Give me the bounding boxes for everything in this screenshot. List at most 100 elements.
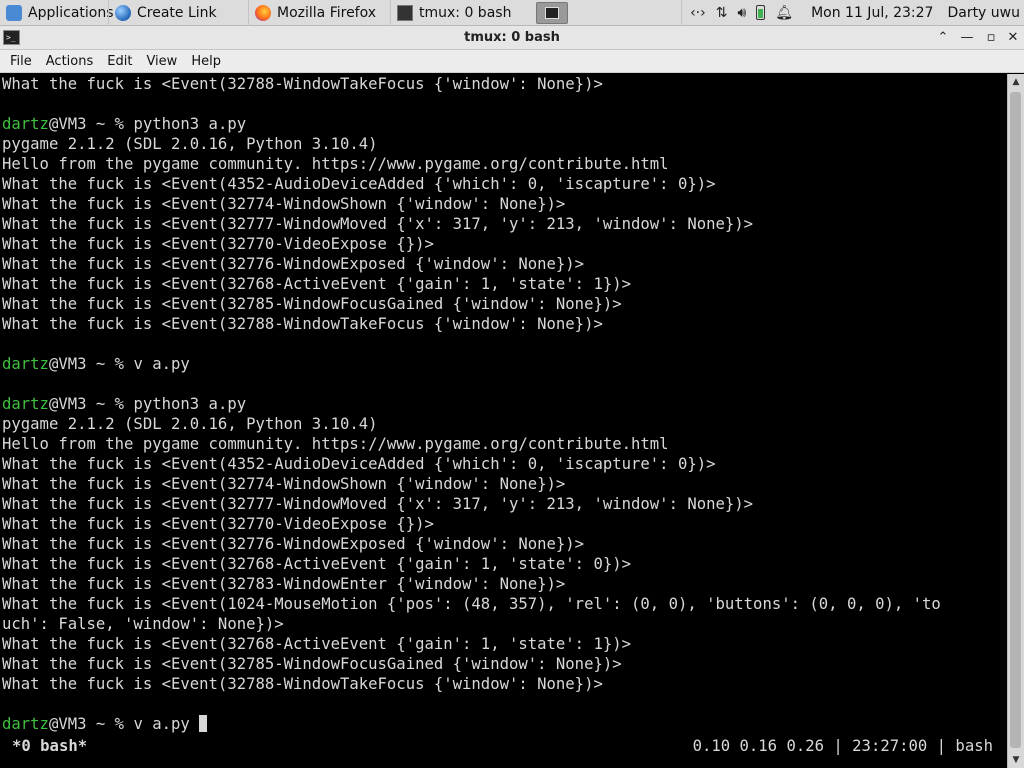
- terminal-line-text: pygame 2.1.2 (SDL 2.0.16, Python 3.10.4): [2, 135, 378, 153]
- scroll-down-arrow-icon[interactable]: ▼: [1008, 752, 1024, 768]
- terminal-line-text: What the fuck is <Event(32788-WindowTake…: [2, 75, 603, 93]
- terminal-line: What the fuck is <Event(32768-ActiveEven…: [2, 634, 1007, 654]
- terminal-scrollbar[interactable]: ▲ ▼: [1007, 74, 1024, 768]
- volume-icon[interactable]: 🔊︎: [737, 5, 746, 21]
- terminal-icon: [397, 4, 413, 21]
- terminal-line-text: @VM3 ~ % v a.py: [48, 715, 200, 733]
- prompt-username: dartz: [2, 395, 49, 413]
- terminal-line-text: What the fuck is <Event(1024-MouseMotion…: [2, 595, 941, 613]
- globe-icon: [115, 4, 131, 21]
- terminal-line: What the fuck is <Event(32788-WindowTake…: [2, 314, 1007, 334]
- shade-window-chevron-up-icon[interactable]: ⌃: [934, 29, 952, 47]
- scrollbar-thumb[interactable]: [1010, 92, 1021, 748]
- terminal-line: What the fuck is <Event(32774-WindowShow…: [2, 474, 1007, 494]
- applications-icon: [6, 4, 22, 21]
- firefox-icon: [255, 4, 271, 21]
- terminal-line-text: What the fuck is <Event(32768-ActiveEven…: [2, 555, 632, 573]
- terminal-line-text: What the fuck is <Event(32776-WindowExpo…: [2, 535, 585, 553]
- tmux-window-list[interactable]: *0 bash*: [12, 736, 87, 756]
- terminal-line: What the fuck is <Event(32770-VideoExpos…: [2, 514, 1007, 534]
- taskbar-item-label: Create Link: [137, 4, 217, 21]
- taskbar-item-firefox[interactable]: Mozilla Firefox: [248, 0, 390, 26]
- applications-menu-button[interactable]: Applications: [0, 0, 114, 26]
- terminal-line-text: What the fuck is <Event(32783-WindowEnte…: [2, 575, 566, 593]
- terminal-icon: [545, 6, 559, 19]
- taskbar-item-create-link[interactable]: Create Link: [108, 0, 248, 26]
- terminal-line-text: What the fuck is <Event(32776-WindowExpo…: [2, 255, 585, 273]
- tmux-status-bar: *0 bash* 0.10 0.16 0.26 | 23:27:00 | bas…: [0, 736, 1007, 756]
- prompt-username: dartz: [2, 115, 49, 133]
- terminal-line-text: uch': False, 'window': None})>: [2, 615, 284, 633]
- terminal-line: What the fuck is <Event(32770-VideoExpos…: [2, 234, 1007, 254]
- terminal-cursor: [199, 715, 208, 732]
- terminal-output[interactable]: What the fuck is <Event(32788-WindowTake…: [0, 74, 1007, 736]
- menu-help[interactable]: Help: [184, 54, 228, 69]
- terminal-line-text: @VM3 ~ % v a.py: [48, 355, 190, 373]
- network-code-icon[interactable]: ‹·›: [690, 5, 706, 21]
- tmux-status-right: 0.10 0.16 0.26 | 23:27:00 | bash: [692, 737, 993, 755]
- menu-file[interactable]: File: [3, 54, 39, 69]
- panel-clock[interactable]: Mon 11 Jul, 23:27: [811, 5, 933, 21]
- notification-bell-icon[interactable]: 🔔︎: [775, 5, 793, 21]
- prompt-username: dartz: [2, 355, 49, 373]
- system-tray: ‹·› ⇅ 🔊︎ 🔔︎ Mon 11 Jul, 23:27 Darty uwu: [681, 0, 1024, 26]
- network-transfer-icon[interactable]: ⇅: [716, 5, 728, 21]
- terminal-line-text: Hello from the pygame community. https:/…: [2, 435, 669, 453]
- applications-label: Applications: [28, 4, 114, 21]
- terminal-line-text: @VM3 ~ % python3 a.py: [48, 395, 247, 413]
- window-titlebar[interactable]: >_ tmux: 0 bash ⌃ — ▫ ✕: [0, 26, 1024, 50]
- terminal-line: What the fuck is <Event(32774-WindowShow…: [2, 194, 1007, 214]
- taskbar-item-terminal-active[interactable]: [536, 1, 568, 24]
- terminal-line-text: What the fuck is <Event(32768-ActiveEven…: [2, 275, 632, 293]
- taskbar-item-label: tmux: 0 bash: [419, 4, 512, 21]
- terminal-line: pygame 2.1.2 (SDL 2.0.16, Python 3.10.4): [2, 414, 1007, 434]
- terminal-bottom-margin: [0, 756, 1007, 768]
- menu-edit[interactable]: Edit: [100, 54, 139, 69]
- terminal-line: What the fuck is <Event(4352-AudioDevice…: [2, 174, 1007, 194]
- top-panel: Applications Create Link Mozilla Firefox…: [0, 0, 1024, 26]
- menu-view[interactable]: View: [139, 54, 184, 69]
- terminal-line: What the fuck is <Event(32785-WindowFocu…: [2, 654, 1007, 674]
- menu-bar: File Actions Edit View Help: [0, 50, 1024, 73]
- terminal-line-text: What the fuck is <Event(32774-WindowShow…: [2, 195, 566, 213]
- terminal-line: What the fuck is <Event(32777-WindowMove…: [2, 494, 1007, 514]
- terminal-prompt-line: dartz@VM3 ~ % python3 a.py: [2, 114, 1007, 134]
- terminal-line: What the fuck is <Event(32785-WindowFocu…: [2, 294, 1007, 314]
- battery-icon[interactable]: [756, 5, 766, 20]
- terminal-line: Hello from the pygame community. https:/…: [2, 154, 1007, 174]
- terminal-line: What the fuck is <Event(32783-WindowEnte…: [2, 574, 1007, 594]
- prompt-username: dartz: [2, 715, 49, 733]
- terminal-line: What the fuck is <Event(32776-WindowExpo…: [2, 254, 1007, 274]
- minimize-button[interactable]: —: [958, 29, 976, 47]
- scroll-up-arrow-icon[interactable]: ▲: [1008, 74, 1024, 90]
- user-menu[interactable]: Darty uwu: [947, 5, 1024, 21]
- terminal-line-text: What the fuck is <Event(32770-VideoExpos…: [2, 515, 434, 533]
- terminal-line-text: What the fuck is <Event(32785-WindowFocu…: [2, 295, 622, 313]
- close-button[interactable]: ✕: [1004, 29, 1022, 47]
- terminal-line-text: What the fuck is <Event(32777-WindowMove…: [2, 215, 754, 233]
- terminal-line: pygame 2.1.2 (SDL 2.0.16, Python 3.10.4): [2, 134, 1007, 154]
- terminal-line: What the fuck is <Event(32788-WindowTake…: [2, 74, 1007, 94]
- terminal-line-text: What the fuck is <Event(4352-AudioDevice…: [2, 455, 716, 473]
- terminal-line: uch': False, 'window': None})>: [2, 614, 1007, 634]
- terminal-prompt-line: dartz@VM3 ~ % v a.py: [2, 354, 1007, 374]
- window-title: tmux: 0 bash: [464, 30, 560, 45]
- terminal-line-text: Hello from the pygame community. https:/…: [2, 155, 669, 173]
- terminal-line: What the fuck is <Event(32788-WindowTake…: [2, 674, 1007, 694]
- terminal-line-text: What the fuck is <Event(32788-WindowTake…: [2, 675, 603, 693]
- terminal-line: What the fuck is <Event(32768-ActiveEven…: [2, 554, 1007, 574]
- terminal-line: What the fuck is <Event(32768-ActiveEven…: [2, 274, 1007, 294]
- menu-actions[interactable]: Actions: [39, 54, 101, 69]
- taskbar-item-tmux[interactable]: tmux: 0 bash: [390, 0, 532, 26]
- taskbar-item-label: Mozilla Firefox: [277, 4, 377, 21]
- terminal-line-text: @VM3 ~ % python3 a.py: [48, 115, 247, 133]
- terminal-line: Hello from the pygame community. https:/…: [2, 434, 1007, 454]
- maximize-button[interactable]: ▫: [982, 29, 1000, 47]
- terminal-line-text: What the fuck is <Event(32788-WindowTake…: [2, 315, 603, 333]
- terminal-prompt-line: dartz@VM3 ~ % python3 a.py: [2, 394, 1007, 414]
- terminal-line: What the fuck is <Event(1024-MouseMotion…: [2, 594, 1007, 614]
- terminal-line-text: What the fuck is <Event(4352-AudioDevice…: [2, 175, 716, 193]
